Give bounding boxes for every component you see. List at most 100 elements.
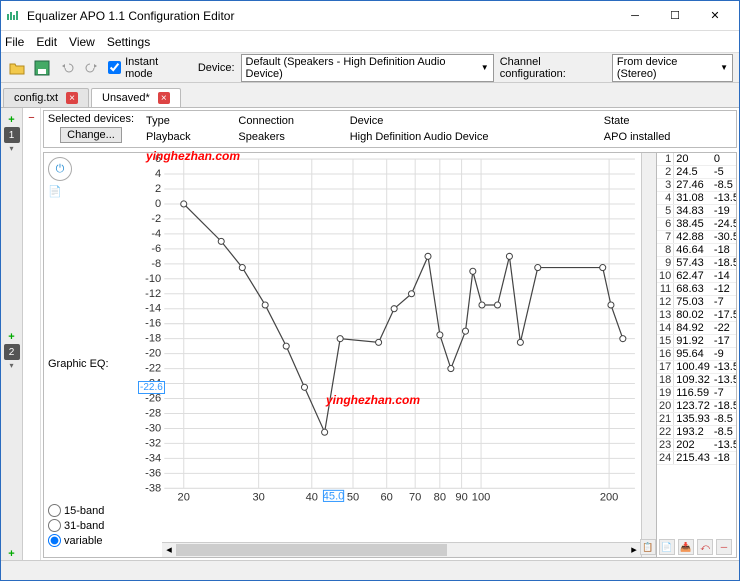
band-31-radio[interactable]: 31-band [48, 519, 104, 532]
eq-chart[interactable]: 6420-2-4-6-8-10-12-14-16-18-20-22-24-26-… [136, 153, 641, 557]
tab-config[interactable]: config.txt× [3, 88, 89, 107]
flatten-icon[interactable]: ─ [716, 539, 732, 555]
table-row[interactable]: 1484.92-22 [657, 322, 736, 335]
svg-text:-38: -38 [145, 482, 161, 494]
minimize-button[interactable]: ─ [615, 2, 655, 30]
device-combo[interactable]: Default (Speakers - High Definition Audi… [241, 54, 494, 82]
svg-text:50: 50 [347, 491, 359, 503]
table-row[interactable]: 20123.72-18.5 [657, 400, 736, 413]
table-row[interactable]: 534.83-19 [657, 205, 736, 218]
table-row[interactable]: 1380.02-17.5 [657, 309, 736, 322]
svg-text:200: 200 [600, 491, 619, 503]
band-variable-radio[interactable]: variable [48, 534, 104, 547]
delete-icon[interactable]: − [28, 112, 34, 124]
menu-edit[interactable]: Edit [36, 35, 57, 49]
svg-text:-14: -14 [145, 303, 161, 315]
chevron-down-icon[interactable]: ▾ [9, 361, 13, 370]
svg-text:-22: -22 [145, 363, 161, 375]
eq-data-table[interactable]: 1200224.5-5327.46-8.5431.08-13.5534.83-1… [657, 153, 736, 465]
svg-text:-20: -20 [145, 348, 161, 360]
window-title: Equalizer APO 1.1 Configuration Editor [27, 9, 615, 23]
table-row[interactable]: 1168.63-12 [657, 283, 736, 296]
table-row[interactable]: 957.43-18.5 [657, 257, 736, 270]
table-row[interactable]: 431.08-13.5 [657, 192, 736, 205]
add-filter-icon[interactable]: + [8, 114, 14, 126]
table-row[interactable]: 23202-13.5 [657, 439, 736, 452]
instant-mode-checkbox[interactable] [108, 61, 121, 74]
svg-text:60: 60 [381, 491, 393, 503]
import-icon[interactable]: 📥 [678, 539, 694, 555]
reset-icon[interactable]: ⤺ [697, 539, 713, 555]
table-row[interactable]: 327.46-8.5 [657, 179, 736, 192]
selected-devices-label: Selected devices: [48, 113, 134, 125]
table-row[interactable]: 638.45-24.5 [657, 218, 736, 231]
y-value-input[interactable]: -22.6 [138, 381, 165, 394]
svg-text:30: 30 [252, 491, 264, 503]
table-row[interactable]: 17100.49-13.5 [657, 361, 736, 374]
undo-icon[interactable] [58, 58, 77, 78]
v-scrollbar[interactable] [641, 153, 656, 557]
close-icon[interactable]: × [158, 92, 170, 104]
table-row[interactable]: 19116.59-7 [657, 387, 736, 400]
table-row[interactable]: 846.64-18 [657, 244, 736, 257]
svg-text:-4: -4 [151, 228, 161, 240]
menu-settings[interactable]: Settings [107, 35, 150, 49]
settings-icon[interactable]: 📄 [48, 185, 62, 198]
svg-text:-32: -32 [145, 437, 161, 449]
table-row[interactable]: 742.88-30.5 [657, 231, 736, 244]
device-label: Device: [198, 62, 235, 74]
instant-mode-label: Instant mode [125, 56, 186, 80]
chevron-down-icon[interactable]: ▾ [9, 144, 13, 153]
band-15-radio[interactable]: 15-band [48, 504, 104, 517]
table-row[interactable]: 22193.2-8.5 [657, 426, 736, 439]
paste-icon[interactable]: 📄 [659, 539, 675, 555]
svg-text:4: 4 [155, 168, 161, 180]
table-row[interactable]: 18109.32-13.5 [657, 374, 736, 387]
table-row[interactable]: 1695.64-9 [657, 348, 736, 361]
svg-text:-12: -12 [145, 288, 161, 300]
add-filter-icon[interactable]: + [8, 548, 14, 560]
table-row[interactable]: 24215.43-18 [657, 452, 736, 465]
svg-text:-16: -16 [145, 318, 161, 330]
svg-text:2: 2 [155, 183, 161, 195]
svg-text:6: 6 [155, 153, 161, 165]
row-handle-2[interactable]: 2 [4, 344, 20, 360]
table-row[interactable]: 1200 [657, 153, 736, 166]
app-icon [5, 8, 21, 24]
svg-text:0: 0 [155, 198, 161, 210]
svg-text:-36: -36 [145, 467, 161, 479]
close-button[interactable]: ✕ [695, 2, 735, 30]
svg-text:45.0: 45.0 [323, 490, 345, 502]
table-row[interactable]: 1275.03-7 [657, 296, 736, 309]
channel-combo[interactable]: From device (Stereo)▼ [612, 54, 733, 82]
change-button[interactable]: Change... [60, 127, 122, 143]
table-row[interactable]: 1062.47-14 [657, 270, 736, 283]
table-row[interactable]: 21135.93-8.5 [657, 413, 736, 426]
redo-icon[interactable] [83, 58, 102, 78]
open-icon[interactable] [7, 58, 26, 78]
svg-text:-6: -6 [151, 243, 161, 255]
svg-text:-18: -18 [145, 333, 161, 345]
menu-view[interactable]: View [69, 35, 95, 49]
svg-text:-8: -8 [151, 258, 161, 270]
svg-text:-26: -26 [145, 393, 161, 405]
svg-text:100: 100 [472, 491, 491, 503]
close-icon[interactable]: × [66, 92, 78, 104]
add-filter-icon[interactable]: + [8, 331, 14, 343]
row-handle-1[interactable]: 1 [4, 127, 20, 143]
tab-unsaved[interactable]: Unsaved*× [91, 88, 181, 107]
svg-text:90: 90 [455, 491, 467, 503]
power-button[interactable]: ⏻ [48, 157, 72, 181]
svg-text:-30: -30 [145, 422, 161, 434]
table-row[interactable]: 1591.92-17 [657, 335, 736, 348]
copy-icon[interactable]: 📋 [640, 539, 656, 555]
svg-text:70: 70 [409, 491, 421, 503]
save-icon[interactable] [32, 58, 51, 78]
h-scrollbar[interactable] [176, 544, 447, 556]
table-row[interactable]: 224.5-5 [657, 166, 736, 179]
menu-file[interactable]: File [5, 35, 24, 49]
channel-label: Channel configuration: [500, 56, 606, 80]
maximize-button[interactable]: ☐ [655, 2, 695, 30]
status-bar [1, 560, 739, 580]
svg-text:20: 20 [178, 491, 190, 503]
